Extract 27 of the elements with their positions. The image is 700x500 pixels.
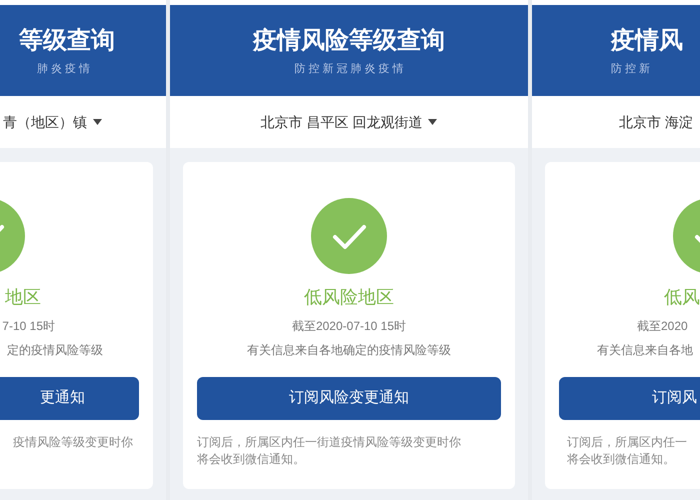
header-title: 等级查询 <box>18 26 116 56</box>
subscribe-button[interactable]: 更通知 <box>0 377 139 420</box>
risk-level-label: 地区 <box>4 286 42 309</box>
footnote-text: 订阅后，所属区内任一街道疫情风险等级变更时你 将会收到微信通知。 <box>196 434 462 468</box>
header-subtitle: 防 控 新 冠 肺 炎 疫 情 <box>293 62 405 76</box>
update-time: 7-10 15时 <box>1 318 56 335</box>
location-selector[interactable]: 青（地区）镇 <box>3 112 87 132</box>
source-note: 定的疫情风险等级 <box>6 342 104 359</box>
footnote-text: 订阅后，所属区内任一 将会收到微信通知。 <box>566 434 688 468</box>
update-time: 截至2020 <box>636 318 689 335</box>
check-circle-icon <box>311 198 387 274</box>
header-subtitle: 肺 炎 疫 情 <box>36 62 91 76</box>
footnote-text: 疫情风险等级变更时你 <box>12 434 134 451</box>
header-subtitle: 防 控 新 <box>610 62 652 76</box>
location-selector[interactable]: 北京市 海淀 <box>619 112 693 132</box>
caret-icon[interactable] <box>93 119 102 125</box>
subscribe-button[interactable]: 订阅风险变更通知 <box>197 377 501 420</box>
source-note: 有关信息来自各地 <box>596 342 694 359</box>
location-selector[interactable]: 北京市 昌平区 回龙观街道 <box>260 112 422 132</box>
update-time: 截至2020-07-10 15时 <box>290 318 408 335</box>
header-title: 疫情风 <box>610 26 684 56</box>
risk-level-label: 低风险地区 <box>303 286 395 309</box>
subscribe-button[interactable]: 订阅风 <box>559 377 700 420</box>
caret-icon[interactable] <box>428 119 438 125</box>
header-title: 疫情风险等级查询 <box>252 26 446 56</box>
source-note: 有关信息来自各地确定的疫情风险等级 <box>246 342 452 359</box>
risk-level-label: 低风 <box>663 286 700 309</box>
